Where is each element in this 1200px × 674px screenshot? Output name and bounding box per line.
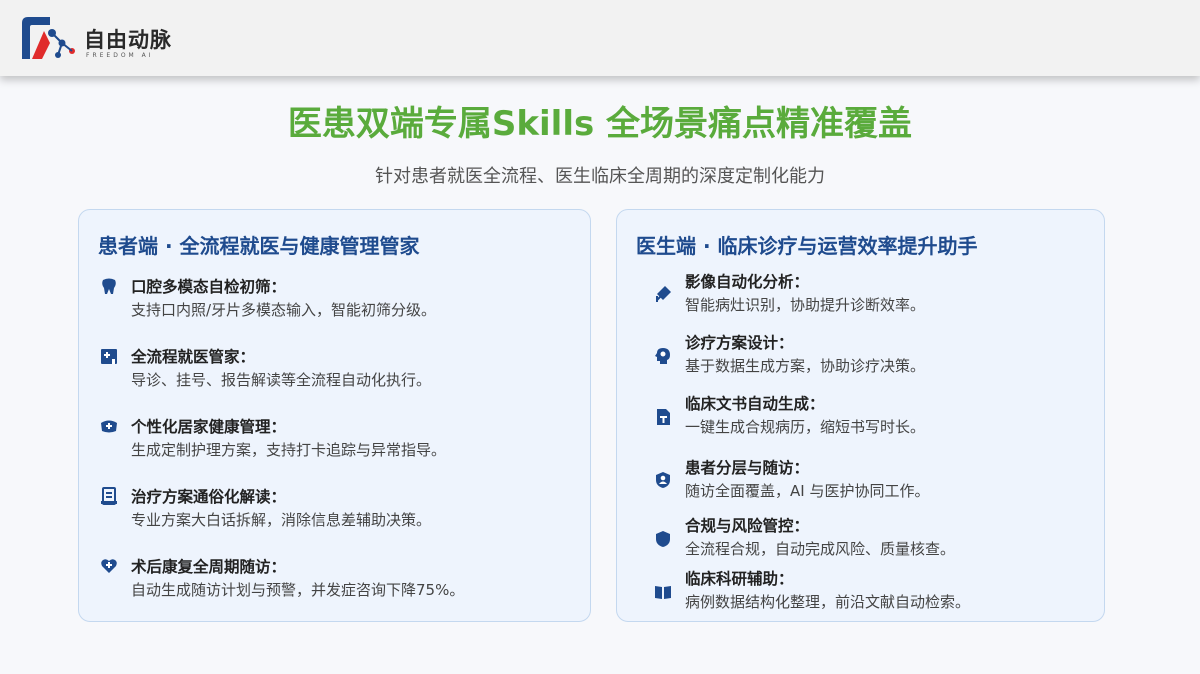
item-title: 患者分层与随访： bbox=[685, 459, 810, 477]
patient-card: 患者端 · 全流程就医与健康管理管家 口腔多模态自检初筛： 支持口内照/牙片多模… bbox=[78, 209, 591, 622]
document-list-icon bbox=[101, 487, 117, 505]
brain-icon bbox=[655, 348, 670, 364]
doctor-card-title: 医生端 · 临床诊疗与运营效率提升助手 bbox=[636, 234, 978, 258]
item-desc: 随访全面覆盖，AI 与医护协同工作。 bbox=[685, 482, 930, 500]
item-title: 术后康复全周期随访： bbox=[131, 558, 287, 576]
item-title: 影像自动化分析： bbox=[685, 273, 810, 291]
hospital-plus-icon bbox=[101, 349, 117, 364]
item-title: 合规与风险管控： bbox=[685, 517, 810, 535]
doctor-card: 医生端 · 临床诊疗与运营效率提升助手 影像自动化分析： 智能病灶识别，协助提升… bbox=[616, 209, 1105, 622]
item-title: 个性化居家健康管理： bbox=[131, 418, 287, 436]
item-desc: 病例数据结构化整理，前沿文献自动检索。 bbox=[685, 593, 971, 611]
shield-icon bbox=[656, 531, 670, 547]
logo-text: 自由动脉 bbox=[84, 28, 172, 52]
item-desc: 支持口内照/牙片多模态输入，智能初筛分级。 bbox=[131, 301, 437, 319]
item-title: 临床文书自动生成： bbox=[685, 395, 825, 413]
item-desc: 专业方案大白话拆解，消除信息差辅助决策。 bbox=[131, 511, 432, 529]
item-desc: 智能病灶识别，协助提升诊断效率。 bbox=[685, 296, 926, 314]
home-care-icon bbox=[101, 420, 117, 433]
item-desc: 全流程合规，自动完成风险、质量核查。 bbox=[685, 540, 956, 558]
patient-card-title: 患者端 · 全流程就医与健康管理管家 bbox=[98, 234, 420, 258]
syringe-icon bbox=[656, 286, 671, 302]
page-subtitle: 针对患者就医全流程、医生临床全周期的深度定制化能力 bbox=[375, 166, 825, 187]
page-title: 医患双端专属Skills 全场景痛点精准覆盖 bbox=[287, 104, 913, 144]
item-desc: 导诊、挂号、报告解读等全流程自动化执行。 bbox=[131, 371, 432, 389]
item-title: 全流程就医管家： bbox=[131, 348, 256, 366]
text-file-icon bbox=[657, 409, 670, 425]
freedom-ai-logo-icon bbox=[22, 17, 75, 59]
heart-care-icon bbox=[101, 559, 117, 573]
item-desc: 生成定制护理方案，支持打卡追踪与异常指导。 bbox=[131, 441, 447, 459]
user-shield-icon bbox=[656, 472, 670, 488]
item-desc: 自动生成随访计划与预警，并发症咨询下降75%。 bbox=[131, 581, 465, 599]
item-title: 口腔多模态自检初筛： bbox=[131, 278, 287, 296]
item-title: 临床科研辅助： bbox=[685, 570, 794, 588]
top-bar: 自由动脉 FREEDOM AI bbox=[0, 0, 1200, 76]
item-desc: 基于数据生成方案，协助诊疗决策。 bbox=[685, 357, 926, 375]
item-desc: 一键生成合规病历，缩短书写时长。 bbox=[685, 418, 926, 436]
logo-subtext: FREEDOM AI bbox=[86, 52, 154, 59]
tooth-icon bbox=[102, 278, 116, 294]
item-title: 诊疗方案设计： bbox=[685, 334, 794, 352]
book-icon bbox=[655, 586, 671, 599]
item-title: 治疗方案通俗化解读： bbox=[131, 488, 287, 506]
